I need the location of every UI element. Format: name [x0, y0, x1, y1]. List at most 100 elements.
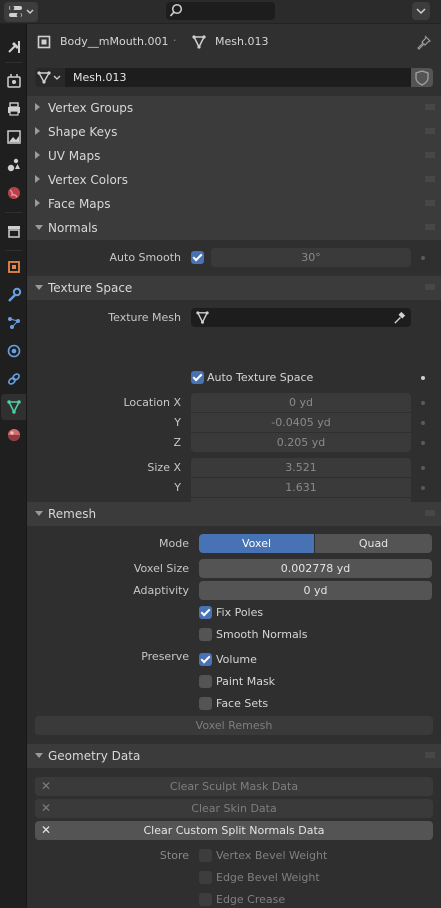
- keyframe-dot[interactable]: [421, 466, 425, 470]
- panel-title: Vertex Colors: [48, 173, 128, 187]
- tab-collection[interactable]: [1, 218, 26, 244]
- drag-grip-icon[interactable]: [425, 152, 435, 158]
- fix-poles-checkbox[interactable]: [199, 606, 212, 619]
- auto-smooth-checkbox[interactable]: [191, 251, 204, 264]
- keyframe-dot[interactable]: [421, 421, 425, 425]
- panel-remesh[interactable]: Remesh: [27, 502, 441, 526]
- tab-scene[interactable]: [1, 152, 26, 178]
- mode-label: Mode: [159, 537, 189, 550]
- options-dropdown[interactable]: [412, 2, 430, 20]
- keyframe-dot[interactable]: [421, 486, 425, 490]
- voxel-size-label: Voxel Size: [133, 562, 189, 575]
- search-icon: [169, 3, 183, 17]
- world-icon: [7, 187, 20, 199]
- drag-grip-icon[interactable]: [425, 284, 435, 290]
- auto-smooth-angle-field[interactable]: 30°: [211, 248, 411, 267]
- location-x-label: Location X: [123, 396, 181, 409]
- properties-header: [0, 0, 441, 24]
- adaptivity-field[interactable]: 0 yd: [199, 581, 432, 600]
- panel-title: Shape Keys: [48, 125, 118, 139]
- tab-data[interactable]: [1, 394, 26, 420]
- tab-render[interactable]: [1, 68, 26, 94]
- panel-uv-maps[interactable]: UV Maps: [27, 144, 441, 168]
- size-y-field[interactable]: 1.631: [191, 478, 411, 497]
- drag-grip-icon[interactable]: [425, 752, 435, 758]
- eyedropper-icon[interactable]: [392, 310, 407, 325]
- panel-geometry-data[interactable]: Geometry Data: [27, 744, 441, 768]
- clear-custom-normals-button[interactable]: ✕ Clear Custom Split Normals Data: [35, 821, 433, 840]
- preserve-volume-checkbox[interactable]: [199, 653, 212, 666]
- size-x-field[interactable]: 3.521: [191, 458, 411, 477]
- close-icon: ✕: [41, 823, 52, 837]
- voxel-size-field[interactable]: 0.002778 yd: [199, 559, 432, 578]
- button-label: Clear Skin Data: [191, 802, 277, 815]
- close-icon: ✕: [41, 779, 52, 793]
- panel-title: Normals: [48, 221, 98, 235]
- clear-skin-data-button[interactable]: ✕ Clear Skin Data: [35, 799, 433, 818]
- mesh-name-field[interactable]: Mesh.013: [65, 68, 411, 87]
- tab-world[interactable]: [1, 180, 26, 206]
- tab-particles[interactable]: [1, 310, 26, 336]
- panel-shape-keys[interactable]: Shape Keys: [27, 120, 441, 144]
- tab-physics[interactable]: [1, 338, 26, 364]
- preserve-face-sets-checkbox[interactable]: [199, 697, 212, 710]
- editor-type-dropdown[interactable]: [4, 2, 38, 22]
- keyframe-dot[interactable]: [421, 401, 425, 405]
- tool-icon: [7, 41, 20, 53]
- edge-bevel-weight-checkbox[interactable]: [199, 871, 212, 884]
- drag-grip-icon[interactable]: [425, 104, 435, 110]
- store-label: Store: [159, 849, 189, 862]
- location-x-field[interactable]: 0 yd: [191, 393, 411, 412]
- drag-grip-icon[interactable]: [425, 176, 435, 182]
- remesh-body: Mode Voxel Quad Voxel Size 0.002778 yd A…: [27, 526, 441, 740]
- tab-output[interactable]: [1, 96, 26, 122]
- particles-icon: [7, 317, 20, 329]
- panel-vertex-groups[interactable]: Vertex Groups: [27, 96, 441, 120]
- button-label: Clear Custom Split Normals Data: [143, 824, 325, 837]
- panel-title: Face Maps: [48, 197, 111, 211]
- mode-quad-option[interactable]: Quad: [315, 534, 432, 553]
- drag-grip-icon[interactable]: [425, 224, 435, 230]
- normals-body: Auto Smooth 30°: [27, 240, 441, 274]
- smooth-normals-checkbox[interactable]: [199, 628, 212, 641]
- preserve-paint-mask-label: Paint Mask: [216, 675, 276, 688]
- mesh-data-icon: [191, 34, 207, 53]
- tab-constraints[interactable]: [1, 366, 26, 392]
- edge-bevel-weight-label: Edge Bevel Weight: [216, 871, 320, 884]
- drag-grip-icon[interactable]: [425, 128, 435, 134]
- shield-icon: [415, 70, 429, 86]
- drag-grip-icon[interactable]: [425, 510, 435, 516]
- panel-normals[interactable]: Normals: [27, 216, 441, 240]
- search-input[interactable]: [166, 2, 275, 20]
- vertex-bevel-weight-checkbox[interactable]: [199, 849, 212, 862]
- auto-texture-space-checkbox[interactable]: [191, 371, 204, 384]
- panel-vertex-colors[interactable]: Vertex Colors: [27, 168, 441, 192]
- panel-face-maps[interactable]: Face Maps: [27, 192, 441, 216]
- location-z-field[interactable]: 0.205 yd: [191, 433, 411, 452]
- mesh-browse-dropdown[interactable]: [35, 68, 65, 87]
- preserve-paint-mask-checkbox[interactable]: [199, 675, 212, 688]
- keyframe-dot[interactable]: [421, 376, 425, 380]
- tab-object[interactable]: [1, 254, 26, 280]
- location-y-field[interactable]: -0.0405 yd: [191, 413, 411, 432]
- button-label: Clear Sculpt Mask Data: [169, 780, 299, 793]
- tab-view-layer[interactable]: [1, 124, 26, 150]
- drag-grip-icon[interactable]: [425, 200, 435, 206]
- voxel-remesh-button[interactable]: Voxel Remesh: [35, 716, 433, 735]
- constraints-icon: [7, 373, 20, 385]
- tab-material[interactable]: [1, 422, 26, 448]
- clear-sculpt-mask-button[interactable]: ✕ Clear Sculpt Mask Data: [35, 777, 433, 796]
- mode-voxel-option[interactable]: Voxel: [199, 534, 314, 553]
- keyframe-dot[interactable]: [421, 256, 425, 260]
- texture-mesh-field[interactable]: [191, 308, 411, 327]
- fake-user-button[interactable]: [411, 68, 433, 87]
- panel-title: Geometry Data: [48, 749, 141, 763]
- edge-crease-checkbox[interactable]: [199, 893, 212, 906]
- geometry-data-body: ✕ Clear Sculpt Mask Data ✕ Clear Skin Da…: [27, 768, 441, 908]
- mesh-name: Mesh.013: [215, 35, 269, 48]
- tab-modifiers[interactable]: [1, 282, 26, 308]
- panel-texture-space[interactable]: Texture Space: [27, 276, 441, 300]
- tab-tool[interactable]: [1, 34, 26, 60]
- pin-icon[interactable]: [416, 34, 432, 53]
- keyframe-dot[interactable]: [421, 441, 425, 445]
